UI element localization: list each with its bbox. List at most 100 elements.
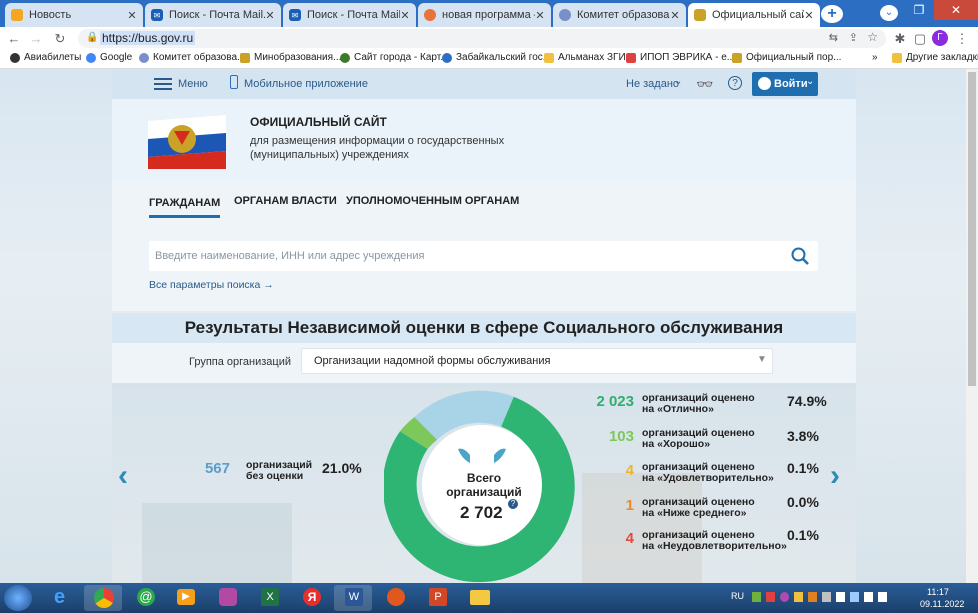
mail-icon: ✉ <box>289 9 301 21</box>
rating-count: 4 <box>625 530 634 547</box>
language-indicator[interactable]: RU <box>731 591 744 601</box>
media-player-icon[interactable]: ▶ <box>166 585 204 611</box>
next-arrow-icon[interactable]: › <box>830 459 840 493</box>
close-icon[interactable]: ✕ <box>535 9 545 22</box>
share-icon[interactable]: ⇪ <box>849 31 858 44</box>
ie-icon[interactable]: e <box>44 585 82 611</box>
hamburger-icon[interactable] <box>154 76 172 90</box>
start-button-icon[interactable] <box>4 585 32 611</box>
bookmark-item[interactable]: Минобразования... <box>240 52 341 63</box>
explorer-folder-icon[interactable] <box>460 585 498 611</box>
minimize-icon[interactable]: – <box>874 0 904 20</box>
help-icon[interactable]: ? <box>728 76 742 90</box>
url-field[interactable]: 🔒 https://bus.gov.ru ⇆ ⇪ ☆ <box>78 29 886 48</box>
login-button[interactable]: Войти ⌄ <box>752 72 818 96</box>
bookmark-item[interactable]: Забайкальский гос... <box>442 52 551 63</box>
search-input[interactable]: Введите наименование, ИНН или адрес учре… <box>149 241 818 271</box>
word-icon[interactable]: W <box>334 585 372 611</box>
browser-tab-1[interactable]: ✉ Поиск - Почта Mail.ru ✕ <box>145 3 281 27</box>
mobile-app-link[interactable]: Мобильное приложение <box>244 78 368 90</box>
clock-time[interactable]: 11:17 <box>927 587 949 597</box>
browser-tab-0[interactable]: Новость ✕ <box>5 3 143 27</box>
url-text[interactable]: https://bus.gov.ru <box>100 31 196 45</box>
close-icon[interactable]: ✕ <box>804 9 814 22</box>
reload-icon[interactable]: ↻ <box>52 31 68 47</box>
app-icon[interactable] <box>208 585 246 611</box>
bookmark-label: ИПОП ЭВРИКА - е... <box>640 52 736 63</box>
bookmark-item[interactable]: Официальный пор... <box>732 52 841 63</box>
prev-arrow-icon[interactable]: ‹ <box>118 459 128 493</box>
bookmark-item[interactable]: Авиабилеты <box>10 52 81 63</box>
chrome-icon[interactable] <box>84 585 122 611</box>
tray-icon[interactable] <box>808 592 817 602</box>
other-bookmarks[interactable]: Другие закладки <box>892 52 978 63</box>
stats-section: ‹ › 567 организаций без оценки 21.0% Все… <box>112 383 856 583</box>
group-select[interactable]: Организации надомной формы обслуживания … <box>301 348 773 374</box>
speaker-icon[interactable] <box>822 592 831 602</box>
close-icon[interactable]: ✕ <box>400 9 410 22</box>
browser-tab-3[interactable]: новая программа — кол ✕ <box>418 3 551 27</box>
tray-icon[interactable] <box>752 592 761 602</box>
mail-agent-icon[interactable]: @ <box>126 585 164 611</box>
tab-authorized-bodies[interactable]: УПОЛНОМОЧЕННЫМ ОРГАНАМ <box>346 195 519 207</box>
accessibility-glasses-icon[interactable]: 👓 <box>696 76 713 93</box>
star-icon[interactable]: ☆ <box>867 30 878 44</box>
menu-link[interactable]: Меню <box>178 78 208 90</box>
more-menu-icon[interactable]: ⋮ <box>954 31 970 47</box>
tab-citizens[interactable]: ГРАЖДАНАМ <box>149 195 221 218</box>
close-icon[interactable]: ✕ <box>127 9 137 22</box>
rating-label-line2: на «Удовлетворительно» <box>642 472 774 484</box>
all-search-params-link[interactable]: Все параметры поиска → <box>149 279 274 291</box>
search-section: Введите наименование, ИНН или адрес учре… <box>112 223 856 311</box>
tab-authorities[interactable]: ОРГАНАМ ВЛАСТИ <box>234 195 337 207</box>
tray-icon[interactable] <box>780 592 789 602</box>
clock-date[interactable]: 09.11.2022 <box>920 599 964 609</box>
profile-avatar[interactable]: Г <box>932 30 948 46</box>
browser-tab-5[interactable]: Официальный сайт для р ✕ <box>688 3 820 27</box>
folder-icon <box>544 52 554 63</box>
unrated-label-line2: без оценки <box>246 470 304 482</box>
excel-icon[interactable]: X <box>250 585 288 611</box>
flag-icon[interactable] <box>864 592 873 602</box>
tab-title: Поиск - Почта Mail.ru <box>169 9 265 21</box>
search-icon[interactable] <box>791 247 809 265</box>
network-icon[interactable] <box>850 592 859 602</box>
region-select[interactable]: Не задано <box>626 78 679 90</box>
bookmarks-bar: Авиабилеты Google Комитет образова... Ми… <box>0 50 978 69</box>
bookmark-item[interactable]: Google <box>86 52 132 63</box>
close-icon[interactable]: ✕ <box>670 9 680 22</box>
tray-icon[interactable] <box>766 592 775 602</box>
bookmark-item[interactable]: Сайт города - Карт... <box>340 52 449 63</box>
volume-icon[interactable] <box>878 592 887 602</box>
app-icon[interactable] <box>376 585 414 611</box>
close-icon[interactable]: ✕ <box>265 9 275 22</box>
bookmark-item[interactable]: Комитет образова... <box>139 52 245 63</box>
browser-tab-4[interactable]: Комитет образования ад ✕ <box>553 3 686 27</box>
bookmark-label: Забайкальский гос... <box>456 52 552 63</box>
back-icon[interactable]: ← <box>6 31 22 47</box>
tray-icon[interactable] <box>836 592 845 602</box>
university-icon <box>442 52 452 63</box>
yandex-icon[interactable]: Я <box>292 585 330 611</box>
close-window-icon[interactable]: ✕ <box>934 0 978 20</box>
bookmark-item[interactable]: Альманах ЗГИ <box>544 52 626 63</box>
bookmarks-overflow[interactable]: » <box>872 52 878 63</box>
tab-title: Поиск - Почта Mail.ru <box>307 9 400 21</box>
rating-count: 2 023 <box>596 393 634 410</box>
news-icon <box>11 9 23 21</box>
mail-icon: ✉ <box>151 9 163 21</box>
maximize-icon[interactable]: ❐ <box>904 0 934 20</box>
forward-icon[interactable]: → <box>28 31 44 47</box>
info-icon[interactable]: ? <box>508 499 518 509</box>
translate-icon[interactable]: ⇆ <box>829 31 838 44</box>
sidepanel-icon[interactable]: ▢ <box>912 31 928 47</box>
russia-flag-emblem-logo[interactable] <box>148 109 226 169</box>
extensions-icon[interactable]: ✱ <box>892 31 908 47</box>
results-title: Результаты Независимой оценки в сфере Со… <box>184 318 784 337</box>
new-tab-button[interactable]: + <box>821 5 843 23</box>
powerpoint-icon[interactable]: P <box>418 585 456 611</box>
scrollbar-thumb[interactable] <box>968 72 976 386</box>
browser-tab-2[interactable]: ✉ Поиск - Почта Mail.ru ✕ <box>283 3 416 27</box>
tray-icon[interactable] <box>794 592 803 602</box>
bookmark-item[interactable]: ИПОП ЭВРИКА - е... <box>626 52 735 63</box>
